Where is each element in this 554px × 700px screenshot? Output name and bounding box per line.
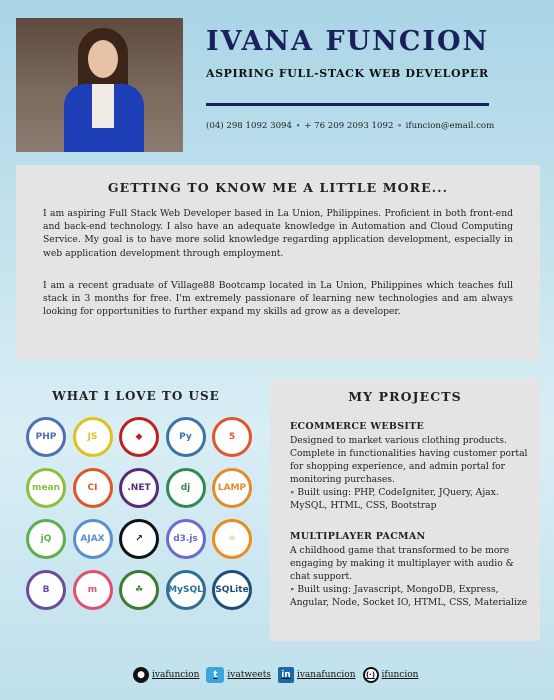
social-links: ● ivafuncion t ivatweets in ivanafuncion (·… [133,667,425,683]
twitter-link[interactable]: t ivatweets [206,667,271,683]
codeigniter-icon: CI [72,468,113,508]
projects-section: MY PROJECTS ECOMMERCE WEBSITE Designed t… [270,378,540,641]
python-icon-glyph: Py [179,431,192,442]
compass-icon-glyph: ↗ [135,533,143,544]
job-title: ASPIRING FULL-STACK WEB DEVELOPER [206,67,489,80]
sqlite-icon: SQLite [212,570,252,610]
javascript-icon: JS [72,417,113,457]
tools-heading: WHAT I LOVE TO USE [52,389,220,403]
github-icon: ● [133,667,149,683]
contact-info: (04) 298 1092 3094 ∘ + 76 209 2093 1092 ∘ if… [206,121,494,131]
jquery-icon-glyph: jQ [40,533,52,544]
github-label: ivafuncion [152,670,200,680]
ruby-icon-glyph: ◆ [135,431,143,442]
mongodb-icon-glyph: ☘ [134,584,144,595]
php-icon-glyph: PHP [35,431,57,442]
dotnet-icon-glyph: .NET [127,482,151,493]
dotnet-icon: .NET [119,468,159,508]
lamp-icon: LAMP [212,468,252,508]
materialize-icon: m [72,570,113,610]
freecodecamp-icon: (·) [362,667,379,683]
jquery-icon: jQ [26,519,66,559]
project-card: MULTIPLAYER PACMAN A childhood game that… [290,530,530,609]
phone-2: + 76 209 2093 1092 [304,121,394,131]
ruby-icon: ◆ [119,417,159,457]
swift-icon: ✧ [212,519,252,559]
linkedin-label: ivanafuncion [296,670,356,680]
about-paragraph-2: I am a recent graduate of Village88 Boot… [43,280,513,318]
lamp-icon-glyph: LAMP [217,482,247,493]
mysql-icon-glyph: MySQL [168,584,203,595]
mongodb-icon: ☘ [119,570,159,610]
d3js-icon-glyph: d3.js [173,533,198,544]
project-title: MULTIPLAYER PACMAN [290,531,426,542]
about-section: GETTING TO KNOW ME A LITTLE MORE... I am… [16,165,540,360]
linkedin-link[interactable]: in ivanafuncion [277,667,356,683]
project-tech: ∘ Built using: PHP, CodeIgniter, JQuery,… [290,487,499,511]
about-heading: GETTING TO KNOW ME A LITTLE MORE... [107,180,449,195]
twitter-label: ivatweets [227,670,271,680]
materialize-icon-glyph: m [87,584,98,595]
ajax-icon-glyph: AJAX [80,533,105,544]
github-link[interactable]: ● ivafuncion [133,667,199,683]
email-link[interactable]: ifuncion@email.com [406,121,495,131]
django-icon-glyph: dj [180,482,191,493]
twitter-icon: t [206,667,225,683]
freecodecamp-label: ifuncion [381,670,419,680]
html5-icon: 5 [212,417,252,457]
about-paragraph-1: I am aspiring Full Stack Web Developer b… [43,208,513,259]
phone-1: (04) 298 1092 3094 [206,121,292,131]
compass-icon: ↗ [119,519,159,559]
python-icon: Py [165,417,206,457]
html5-icon-glyph: 5 [228,431,236,442]
django-icon: dj [165,468,206,508]
d3js-icon: d3.js [165,519,206,559]
contact-separator: ∘ [295,121,301,131]
mean-icon: mean [26,468,66,508]
bootstrap-icon: B [26,570,66,610]
page-title: IVANA FUNCION [206,26,490,57]
linkedin-icon: in [277,667,294,683]
header-divider [206,103,489,106]
bootstrap-icon-glyph: B [42,584,50,595]
project-card: ECOMMERCE WEBSITE Designed to market var… [290,420,530,512]
projects-heading: MY PROJECTS [348,389,462,404]
swift-icon-glyph: ✧ [228,533,236,544]
freecodecamp-link[interactable]: (·) ifuncion [362,667,419,683]
project-description: Designed to market various clothing prod… [290,435,528,485]
php-icon: PHP [26,417,66,457]
codeigniter-icon-glyph: CI [87,482,98,493]
contact-separator: ∘ [397,121,402,131]
project-description: A childhood game that transformed to be … [290,545,514,582]
mean-icon-glyph: mean [32,482,60,493]
sqlite-icon-glyph: SQLite [215,584,249,595]
profile-photo [16,18,183,152]
ajax-icon: AJAX [72,519,113,559]
project-tech: ∘ Built using: Javascript, MongoDB, Expr… [290,584,528,608]
project-title: ECOMMERCE WEBSITE [290,421,425,432]
javascript-icon-glyph: JS [87,431,98,442]
mysql-icon: MySQL [165,570,206,610]
